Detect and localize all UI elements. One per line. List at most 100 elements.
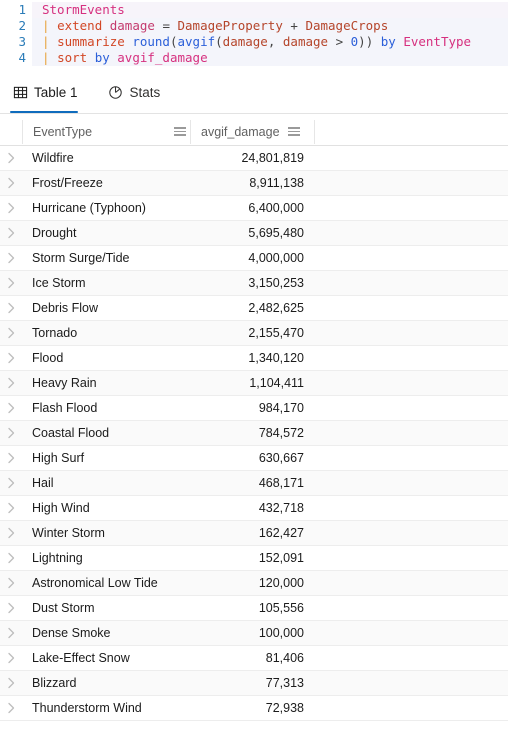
cell-eventtype: Astronomical Low Tide [32,576,158,590]
code-line-text[interactable]: | summarize round(avgif(damage, damage >… [32,34,508,50]
chevron-right-icon[interactable] [0,377,22,389]
code-token: EventType [403,34,472,49]
cell-eventtype: Debris Flow [32,301,98,315]
table-row[interactable]: Drought 5,695,480 [0,221,508,246]
code-line[interactable]: 2 | extend damage = DamageProperty + Dama… [0,18,508,34]
chevron-right-icon[interactable] [0,552,22,564]
code-token: summarize [57,34,133,49]
code-token: > [335,34,351,49]
cell-avgif-damage: 100,000 [258,626,304,640]
code-line[interactable]: 1 StormEvents [0,2,508,18]
cell-avgif-damage: 162,427 [258,526,304,540]
table-row[interactable]: Flood 1,340,120 [0,346,508,371]
chevron-right-icon[interactable] [0,627,22,639]
cell-eventtype: Blizzard [32,676,77,690]
chevron-right-icon[interactable] [0,427,22,439]
code-line[interactable]: 3 | summarize round(avgif(damage, damage … [0,34,508,50]
table-row[interactable]: Tornado 2,155,470 [0,321,508,346]
cell-eventtype: Dense Smoke [32,626,111,640]
cell-avgif-damage: 2,482,625 [248,301,304,315]
table-row[interactable]: Thunderstorm Wind 72,938 [0,696,508,721]
table-row[interactable]: Hurricane (Typhoon) 6,400,000 [0,196,508,221]
table-row[interactable]: Dust Storm 105,556 [0,596,508,621]
column-menu-icon[interactable] [174,127,186,136]
cell-avgif-damage: 152,091 [258,551,304,565]
chevron-right-icon[interactable] [0,502,22,514]
chevron-right-icon[interactable] [0,477,22,489]
code-token: round [132,34,170,49]
cell-avgif-damage: 5,695,480 [248,226,304,240]
chevron-right-icon[interactable] [0,677,22,689]
table-row[interactable]: Winter Storm 162,427 [0,521,508,546]
chevron-right-icon[interactable] [0,202,22,214]
cell-avgif-damage: 1,104,411 [249,376,304,390]
code-token: by [380,34,404,49]
chevron-right-icon[interactable] [0,352,22,364]
code-line-text[interactable]: StormEvents [32,2,508,18]
cell-eventtype: Lake-Effect Snow [32,651,130,665]
chevron-right-icon[interactable] [0,277,22,289]
chevron-right-icon[interactable] [0,327,22,339]
code-token: DamageProperty [177,18,291,33]
cell-eventtype: Hail [32,476,54,490]
cell-eventtype: Coastal Flood [32,426,110,440]
chevron-right-icon[interactable] [0,602,22,614]
table-row[interactable]: Wildfire 24,801,819 [0,146,508,171]
cell-avgif-damage: 105,556 [258,601,304,615]
code-token: damage [109,18,163,33]
table-row[interactable]: High Wind 432,718 [0,496,508,521]
column-header-eventtype[interactable]: EventType [22,119,190,144]
column-header-avgif-damage[interactable]: avgif_damage [190,119,314,144]
code-token: StormEvents [42,2,125,17]
result-tabbar: Table 1 Stats [0,70,508,114]
code-line-text[interactable]: | sort by avgif_damage [32,50,508,66]
table-row[interactable]: Lake-Effect Snow 81,406 [0,646,508,671]
results-grid: EventType avgif_damage Wildfire 24,801,819… [0,114,508,721]
tab-table-1[interactable]: Table 1 [10,71,88,113]
column-header-label: avgif_damage [201,124,280,139]
cell-eventtype: Storm Surge/Tide [32,251,130,265]
column-header-label: EventType [33,124,93,139]
code-line[interactable]: 4 | sort by avgif_damage [0,50,508,66]
table-row[interactable]: Astronomical Low Tide 120,000 [0,571,508,596]
chevron-right-icon[interactable] [0,402,22,414]
table-row[interactable]: Heavy Rain 1,104,411 [0,371,508,396]
code-token: sort [57,50,95,65]
table-row[interactable]: Storm Surge/Tide 4,000,000 [0,246,508,271]
tab-label: Table 1 [34,84,78,100]
table-row[interactable]: Frost/Freeze 8,911,138 [0,171,508,196]
cell-eventtype: High Surf [32,451,85,465]
chevron-right-icon[interactable] [0,152,22,164]
cell-avgif-damage: 6,400,000 [248,201,304,215]
column-menu-icon[interactable] [287,127,300,136]
table-row[interactable]: Lightning 152,091 [0,546,508,571]
cell-avgif-damage: 24,801,819 [241,151,304,165]
chevron-right-icon[interactable] [0,227,22,239]
table-row[interactable]: Flash Flood 984,170 [0,396,508,421]
table-row[interactable]: Blizzard 77,313 [0,671,508,696]
chevron-right-icon[interactable] [0,527,22,539]
query-editor[interactable]: 1 StormEvents 2 | extend damage = DamagePro… [0,0,508,70]
chevron-right-icon[interactable] [0,577,22,589]
code-line-text[interactable]: | extend damage = DamageProperty + Damag… [32,18,508,34]
chevron-right-icon[interactable] [0,177,22,189]
code-token: | [42,50,58,65]
table-row[interactable]: High Surf 630,667 [0,446,508,471]
cell-eventtype: Wildfire [32,151,74,165]
table-row[interactable]: Dense Smoke 100,000 [0,621,508,646]
table-row[interactable]: Coastal Flood 784,572 [0,421,508,446]
cell-avgif-damage: 784,572 [258,426,304,440]
chevron-right-icon[interactable] [0,302,22,314]
chevron-right-icon[interactable] [0,652,22,664]
chevron-right-icon[interactable] [0,702,22,714]
tab-active-indicator [10,110,78,113]
tab-stats[interactable]: Stats [106,71,171,113]
table-row[interactable]: Ice Storm 3,150,253 [0,271,508,296]
table-row[interactable]: Hail 468,171 [0,471,508,496]
chevron-right-icon[interactable] [0,252,22,264]
cell-avgif-damage: 3,150,253 [248,276,304,290]
code-token: damage [282,34,336,49]
chevron-right-icon[interactable] [0,452,22,464]
cell-avgif-damage: 630,667 [258,451,304,465]
table-row[interactable]: Debris Flow 2,482,625 [0,296,508,321]
